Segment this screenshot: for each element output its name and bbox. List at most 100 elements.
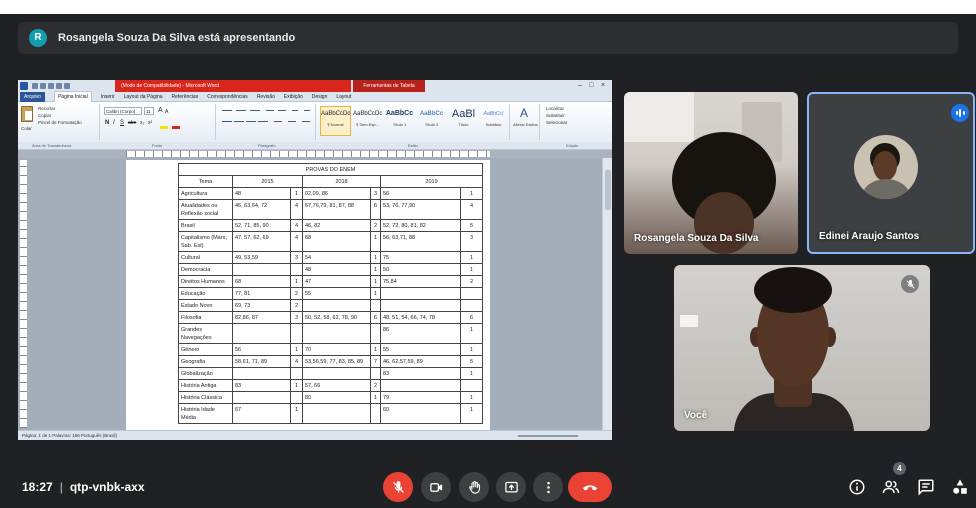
align-right-icon[interactable] [246,121,256,122]
font-color-icon[interactable] [172,126,180,129]
align-left-icon[interactable] [222,121,232,122]
tab-referencias[interactable]: Referências [172,92,199,102]
raise-hand-button[interactable] [459,472,489,502]
table-header-row: Tema 2015 2018 2019 [178,175,484,188]
meeting-details-button[interactable] [848,478,866,496]
scrollbar-thumb[interactable] [605,170,611,210]
tab-revisao[interactable]: Revisão [257,92,275,102]
line-spacing-icon[interactable] [274,121,282,122]
cell-2015-questoes: 82,86, 87 [232,311,291,324]
document-page[interactable]: PROVAS DO ENEM Tema 2015 2018 2019 Agric… [126,160,490,430]
undo-icon[interactable] [40,83,46,89]
style-titulo[interactable]: AaBl Título [448,106,479,136]
style-normal[interactable]: AaBbCcDd ¶ Normal [320,106,351,136]
cell-2019-total: 6 [459,311,484,324]
presenting-banner: R Rosangela Souza Da Silva está apresent… [18,22,958,54]
more-options-button[interactable] [533,472,563,502]
change-styles-icon[interactable]: A [520,106,528,120]
chat-button[interactable] [917,478,935,496]
bullets-icon[interactable] [222,110,232,111]
style-subtitulo[interactable]: AaBbCcI Subtítulo [478,106,509,136]
style-sem-espacamento[interactable]: AaBbCcDc ¶ Sem Esp... [352,106,383,136]
copy-button[interactable]: Copiar [38,113,51,119]
cell-2018-questoes: 70 [302,343,371,356]
show-marks-icon[interactable] [304,110,310,111]
cell-tema: Brasil [178,219,233,232]
close-button[interactable]: × [601,81,605,91]
superscript-button[interactable]: x² [148,119,152,127]
borders-icon[interactable] [302,121,310,122]
tab-layout-da-pagina[interactable]: Layout da Página [124,92,163,102]
cell-2019-questoes [380,287,461,300]
cell-2019-questoes: 50 [380,263,461,276]
sort-icon[interactable] [292,110,298,111]
participant-tile-rosangela[interactable]: Rosangela Souza Da Silva [624,92,798,254]
zoom-slider[interactable] [518,435,578,437]
font-name-select[interactable]: Calibri (Corpo) [104,107,142,115]
present-now-button[interactable] [496,472,526,502]
window-title: (Modo de Compatibilidade) - Microsoft Wo… [115,80,351,92]
cell-2015-questoes: 69, 73 [232,299,291,312]
presenting-text: Rosangela Souza Da Silva está apresentan… [58,32,296,44]
end-call-button[interactable] [568,472,612,502]
people-button[interactable] [882,478,900,496]
select-button[interactable]: Selecionar [546,120,567,126]
underline-button[interactable]: S [120,119,124,127]
tab-arquivo[interactable]: Arquivo [20,91,45,102]
cell-2019-questoes [380,299,461,312]
activities-button[interactable] [951,478,969,496]
style-titulo-1[interactable]: AaBbCc Título 1 [384,106,415,136]
tab-pagina-inicial[interactable]: Página Inicial [53,91,92,102]
cell-2015-questoes [232,323,291,344]
cell-2019-questoes: 79 [380,391,461,404]
cut-button[interactable]: Recortar [38,106,55,112]
shrink-font-icon[interactable]: A [165,108,168,116]
save-icon[interactable] [32,83,38,89]
meeting-time: 18:27 [22,480,53,494]
bold-button[interactable]: N [105,119,109,127]
increase-indent-icon[interactable] [278,110,286,111]
style-sample: AaBl [451,108,476,120]
cell-2015-questoes: 52, 71, 85, 90 [232,219,291,232]
grow-font-icon[interactable]: A [158,107,163,115]
microphone-button[interactable] [383,472,413,502]
strikethrough-button[interactable]: abe [128,119,136,127]
paste-icon[interactable] [21,106,33,122]
shading-icon[interactable] [288,121,296,122]
quick-access-menu-icon[interactable] [64,83,70,89]
justify-icon[interactable] [258,121,268,122]
screen-share-word-document: (Modo de Compatibilidade) - Microsoft Wo… [18,80,612,440]
camera-button[interactable] [421,472,451,502]
find-button[interactable]: Localizar [546,106,564,112]
participant-tile-edinei[interactable]: Edinei Araujo Santos [807,92,975,254]
print-preview-icon[interactable] [56,83,62,89]
change-styles-button[interactable]: Alterar Estilos [513,122,538,128]
italic-button[interactable]: I [113,119,115,127]
replace-button[interactable]: Substituir [546,113,565,119]
multilevel-list-icon[interactable] [250,110,260,111]
subscript-button[interactable]: x₂ [140,119,144,127]
cell-2019-questoes: 52, 72, 80, 81, 82 [380,219,461,232]
maximize-button[interactable]: □ [589,81,593,91]
tab-exibicao[interactable]: Exibição [284,92,303,102]
vertical-scrollbar[interactable] [602,158,612,430]
tab-design[interactable]: Design [312,92,328,102]
tab-layout[interactable]: Layout [336,92,351,102]
decrease-indent-icon[interactable] [266,110,274,111]
tab-correspondencias[interactable]: Correspondências [207,92,248,102]
tab-inserir[interactable]: Inserir [101,92,115,102]
cell-2015-total: 4 [290,219,303,232]
redo-icon[interactable] [48,83,54,89]
numbering-icon[interactable] [236,110,246,111]
style-titulo-2[interactable]: AaBbCc Título 2 [416,106,447,136]
font-size-select[interactable]: 11 [144,107,154,115]
format-painter-button[interactable]: Pincel de Formatação [38,120,82,126]
participant-tile-self[interactable]: Você [674,265,930,431]
minimize-button[interactable]: – [578,81,582,91]
video-feed-background [624,92,694,142]
table-row: História Idade Média 67 1 60 1 [178,403,484,424]
cell-2019-total: 5 [459,355,484,368]
align-center-icon[interactable] [234,121,244,122]
group-label-clipboard: Área de Transferência [32,143,72,148]
highlight-color-icon[interactable] [160,126,168,129]
